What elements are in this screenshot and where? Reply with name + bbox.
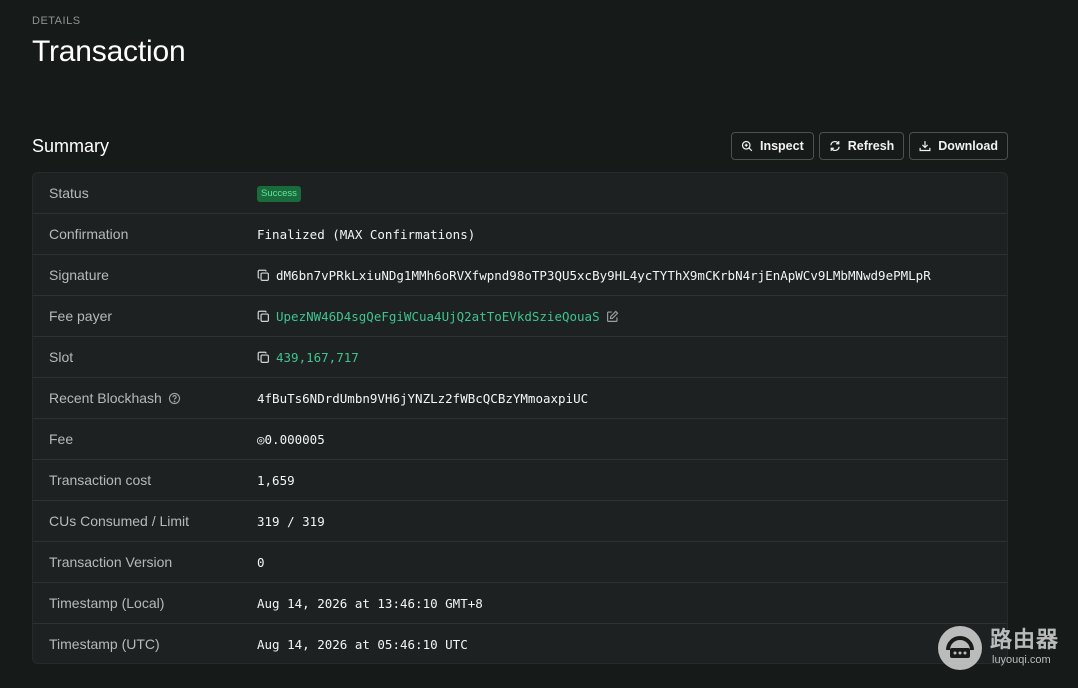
page-kicker: DETAILS: [32, 15, 81, 27]
row-confirmation: Confirmation Finalized (MAX Confirmation…: [33, 214, 1007, 255]
timestamp-local-value: Aug 14, 2026 at 13:46:10 GMT+8: [257, 596, 483, 611]
row-slot: Slot 439,167,717: [33, 337, 1007, 378]
slot-label: Slot: [49, 349, 74, 365]
recent-blockhash-label-text: Recent Blockhash: [49, 390, 162, 406]
status-badge: Success: [257, 185, 301, 202]
download-button[interactable]: Download: [909, 132, 1008, 160]
confirmation-label: Confirmation: [49, 226, 129, 242]
fee-label: Fee: [49, 431, 74, 447]
watermark-sub: luyouqi.com: [992, 654, 1051, 666]
watermark-text: 路由器 luyouqi.com: [990, 629, 1059, 667]
confirmation-value: Finalized (MAX Confirmations): [257, 227, 476, 242]
summary-title: Summary: [32, 136, 110, 156]
row-signature: Signature dM6bn7vPRkLxiuNDg1MMh6oRVXfwpn…: [33, 255, 1007, 296]
row-timestamp-utc: Timestamp (UTC) Aug 14, 2026 at 05:46:10…: [33, 624, 1007, 663]
row-transaction-cost: Transaction cost 1,659: [33, 460, 1007, 501]
download-button-label: Download: [938, 139, 998, 153]
transaction-cost-label: Transaction cost: [49, 472, 152, 488]
edit-icon[interactable]: [606, 310, 619, 323]
slot-link[interactable]: 439,167,717: [276, 350, 359, 365]
inspect-button[interactable]: Inspect: [730, 132, 814, 160]
cus-value: 319 / 319: [257, 514, 325, 529]
copy-icon[interactable]: [257, 310, 270, 323]
refresh-button-label: Refresh: [847, 139, 895, 153]
row-cus: CUs Consumed / Limit 319 / 319: [33, 501, 1007, 542]
recent-blockhash-value: 4fBuTs6NDrdUmbn9VH6jYNZLz2fWBcQCBzYMmoax…: [257, 391, 589, 406]
magnifier-icon: [741, 140, 753, 152]
download-icon: [919, 141, 931, 152]
row-fee: Fee ◎0.000005: [33, 419, 1007, 460]
row-version: Transaction Version 0: [33, 542, 1007, 583]
timestamp-local-label: Timestamp (Local): [49, 595, 165, 611]
version-value: 0: [257, 555, 265, 570]
status-label: Status: [49, 185, 89, 201]
row-timestamp-local: Timestamp (Local) Aug 14, 2026 at 13:46:…: [33, 583, 1007, 624]
fee-payer-link[interactable]: UpezNW46D4sgQeFgiWCua4UjQ2atToEVkdSzieQo…: [276, 309, 600, 324]
refresh-button[interactable]: Refresh: [818, 132, 905, 160]
cus-label: CUs Consumed / Limit: [49, 513, 190, 529]
watermark-main: 路由器: [990, 628, 1060, 653]
transaction-cost-value: 1,659: [257, 473, 295, 488]
version-label: Transaction Version: [49, 554, 173, 570]
page-header: DETAILS Transaction: [32, 12, 186, 69]
signature-value: dM6bn7vPRkLxiuNDg1MMh6oRVXfwpnd98oTP3QU5…: [257, 255, 931, 296]
recent-blockhash-label: Recent Blockhash: [49, 378, 181, 419]
timestamp-utc-value: Aug 14, 2026 at 05:46:10 UTC: [257, 637, 468, 652]
signature-label: Signature: [49, 267, 109, 283]
page: DETAILS Transaction Summary Inspect Refr…: [0, 0, 1078, 688]
help-circle-icon[interactable]: [168, 392, 181, 405]
fee-value: ◎0.000005: [257, 432, 325, 447]
inspect-button-label: Inspect: [759, 139, 804, 153]
row-recent-blockhash: Recent Blockhash 4fBuTs6NDrdUmbn9VH6jYNZ…: [33, 378, 1007, 419]
copy-icon[interactable]: [257, 351, 270, 364]
page-title: Transaction: [32, 35, 186, 68]
row-fee-payer: Fee payer UpezNW46D4sgQeFgiWCua4UjQ2atTo…: [33, 296, 1007, 337]
refresh-icon: [830, 141, 840, 151]
summary-header: Summary Inspect Refresh Download: [32, 132, 1008, 160]
router-logo-icon: [938, 626, 982, 670]
timestamp-utc-label: Timestamp (UTC): [49, 636, 160, 652]
fee-payer-label: Fee payer: [49, 308, 113, 324]
signature-text: dM6bn7vPRkLxiuNDg1MMh6oRVXfwpnd98oTP3QU5…: [276, 268, 931, 283]
slot-value: 439,167,717: [257, 337, 359, 378]
summary-actions: Inspect Refresh Download: [730, 132, 1008, 160]
copy-icon[interactable]: [257, 269, 270, 282]
summary-table: Status Success Confirmation Finalized (M…: [32, 172, 1008, 664]
fee-payer-value: UpezNW46D4sgQeFgiWCua4UjQ2atToEVkdSzieQo…: [257, 296, 619, 337]
row-status: Status Success: [33, 173, 1007, 214]
status-value: Success: [257, 173, 301, 214]
watermark: 路由器 luyouqi.com: [938, 626, 1068, 670]
